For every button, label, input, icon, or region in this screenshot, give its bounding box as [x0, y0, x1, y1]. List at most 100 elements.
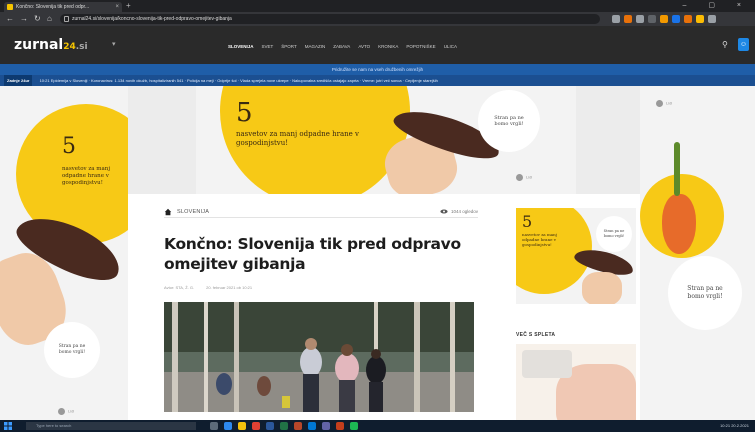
- hand-image: [582, 272, 622, 304]
- ad-number: 5: [236, 98, 253, 128]
- home-icon[interactable]: ⌂: [47, 14, 52, 23]
- taskbar-apps: [210, 422, 358, 430]
- ticker-text: 10:21 Epidemija v Sloveniji · Koronaviru…: [39, 78, 438, 83]
- reload-icon[interactable]: ↻: [34, 14, 41, 23]
- ad-brand-text: Lidl: [666, 100, 673, 106]
- brand-logo-icon: [516, 174, 523, 181]
- sponsored-card[interactable]: [516, 344, 636, 430]
- brand-logo-icon: [58, 408, 65, 415]
- browser-tab[interactable]: Končno: Slovenija tik pred odpr... ×: [4, 2, 122, 12]
- extension-icon[interactable]: [660, 15, 668, 23]
- promo-bar[interactable]: Pridružite se nam na vseh družbenih omre…: [0, 64, 755, 75]
- main-nav: Slovenija Svet Šport Magazin Zabava Avto…: [228, 44, 457, 49]
- app-icon[interactable]: [350, 422, 358, 430]
- browser-tabbar: Končno: Slovenija tik pred odpr... × + –…: [0, 0, 755, 12]
- ad-brand: Lidl: [516, 174, 532, 181]
- site-favicon-icon: [7, 4, 13, 10]
- site-logo[interactable]: zurnal24.si: [14, 37, 88, 53]
- nav-item-sport[interactable]: Šport: [281, 44, 296, 49]
- ad-bubble: Stran pa ne bomo vrgli!: [44, 322, 100, 378]
- menu-icon[interactable]: [708, 15, 716, 23]
- nav-item-slovenija[interactable]: Slovenija: [228, 44, 254, 49]
- logo-text: zurnal: [14, 37, 64, 53]
- sidebar: 5 nasvetov za manj odpadne hrane v gospo…: [516, 208, 640, 430]
- ad-bubble: Stran pa ne bomo vrgli!: [668, 256, 742, 330]
- forward-icon[interactable]: →: [20, 14, 28, 23]
- close-tab-icon[interactable]: ×: [115, 2, 119, 12]
- system-tray[interactable]: 10:21 20.2.2021: [720, 422, 749, 430]
- ad-left[interactable]: 5 nasvetov za manj odpadne hrane v gospo…: [0, 86, 128, 420]
- ad-brand: Lidl: [58, 408, 74, 415]
- nav-item-avto[interactable]: Avto: [358, 44, 370, 49]
- more-from-web-heading: VEČ S SPLETA: [516, 332, 556, 338]
- publish-date: 20. februar 2021 ob 10:21: [206, 284, 253, 290]
- article-title: Končno: Slovenija tik pred odpravo omeji…: [164, 235, 461, 274]
- outlook-icon[interactable]: [308, 422, 316, 430]
- excel-icon[interactable]: [280, 422, 288, 430]
- carrot-image: [662, 194, 696, 254]
- sidebar-ad[interactable]: 5 nasvetov za manj odpadne hrane v gospo…: [516, 208, 636, 304]
- ad-brand-text: Lidl: [526, 174, 533, 180]
- extension-icon[interactable]: [696, 15, 704, 23]
- views-count: 1044 ogledov: [440, 209, 478, 214]
- word-icon[interactable]: [266, 422, 274, 430]
- park-walkers-image: [164, 301, 474, 412]
- ad-top-banner[interactable]: 5 nasvetov za manj odpadne hrane v gospo…: [196, 86, 576, 194]
- nav-item-popotniske[interactable]: Popotniške: [406, 44, 435, 49]
- teams-icon[interactable]: [322, 422, 330, 430]
- chevron-down-icon[interactable]: ▾: [112, 40, 116, 48]
- nav-item-zabava[interactable]: Zabava: [333, 44, 350, 49]
- window-controls[interactable]: – ▢ ×: [683, 1, 751, 9]
- nav-item-magazin[interactable]: Magazin: [305, 44, 326, 49]
- extension-icon[interactable]: [612, 15, 620, 23]
- home-icon[interactable]: [164, 208, 172, 216]
- ticker-label: Zadnje 24ur: [4, 75, 33, 86]
- ad-brand-text: Lidl: [68, 408, 75, 414]
- powerpoint-icon[interactable]: [294, 422, 302, 430]
- task-view-icon[interactable]: [210, 422, 218, 430]
- extension-icon[interactable]: [684, 15, 692, 23]
- chrome-icon[interactable]: [252, 422, 260, 430]
- screenshot: Končno: Slovenija tik pred odpr... × + –…: [0, 0, 755, 432]
- new-tab-button[interactable]: +: [126, 1, 131, 10]
- nav-item-kronika[interactable]: Kronika: [378, 44, 398, 49]
- user-icon[interactable]: ☺: [738, 38, 749, 51]
- card-image-part: [522, 350, 572, 378]
- carrot-leaves: [674, 142, 680, 196]
- ad-right[interactable]: Lidl Stran pa ne bomo vrgli!: [640, 86, 755, 420]
- byline: Avtor: STA, Ž. G. 20. februar 2021 ob 10…: [164, 285, 478, 290]
- article-meta-bar: Slovenija 1044 ogledov: [164, 206, 478, 218]
- ad-brand: Lidl: [656, 100, 672, 107]
- edge-icon[interactable]: [224, 422, 232, 430]
- extension-icon[interactable]: [624, 15, 632, 23]
- search-icon[interactable]: ⚲: [722, 40, 728, 49]
- app-icon[interactable]: [336, 422, 344, 430]
- url-text: zurnal24.si/slovenija/koncno-slovenija-t…: [72, 16, 232, 22]
- lock-icon: [64, 16, 69, 22]
- windows-start-icon[interactable]: [4, 422, 12, 430]
- extensions-area: [612, 15, 716, 23]
- tab-title: Končno: Slovenija tik pred odpr...: [16, 4, 90, 10]
- eye-icon: [440, 209, 448, 214]
- content-area: Slovenija 1044 ogledov Končno: Slovenija…: [128, 194, 640, 430]
- nav-item-ulica[interactable]: Ulica: [444, 44, 457, 49]
- nav-item-svet[interactable]: Svet: [262, 44, 274, 49]
- file-explorer-icon[interactable]: [238, 422, 246, 430]
- ad-copy: nasvetov za manj odpadne hrane v gospodi…: [522, 232, 557, 247]
- extension-icon[interactable]: [672, 15, 680, 23]
- back-icon[interactable]: ←: [6, 14, 14, 23]
- author: Avtor: STA, Ž. G.: [164, 284, 195, 290]
- extension-icon[interactable]: [648, 15, 656, 23]
- section-link[interactable]: Slovenija: [177, 209, 209, 215]
- ad-bubble: Stran pa ne bomo vrgli!: [478, 90, 540, 152]
- news-ticker[interactable]: Zadnje 24ur 10:21 Epidemija v Sloveniji …: [0, 75, 755, 86]
- site-header: zurnal24.si ▾ Slovenija Svet Šport Magaz…: [0, 26, 755, 64]
- ad-number: 5: [522, 212, 533, 231]
- article-photo[interactable]: [164, 301, 474, 412]
- taskbar-search-input[interactable]: Type here to search: [26, 422, 196, 430]
- ad-number: 5: [62, 134, 76, 159]
- extension-icon[interactable]: [636, 15, 644, 23]
- ad-copy: nasvetov za manj odpadne hrane v gospodi…: [236, 130, 359, 147]
- address-bar[interactable]: zurnal24.si/slovenija/koncno-slovenija-t…: [60, 14, 600, 24]
- browser-toolbar: ← → ↻ ⌂ zurnal24.si/slovenija/koncno-slo…: [0, 12, 755, 26]
